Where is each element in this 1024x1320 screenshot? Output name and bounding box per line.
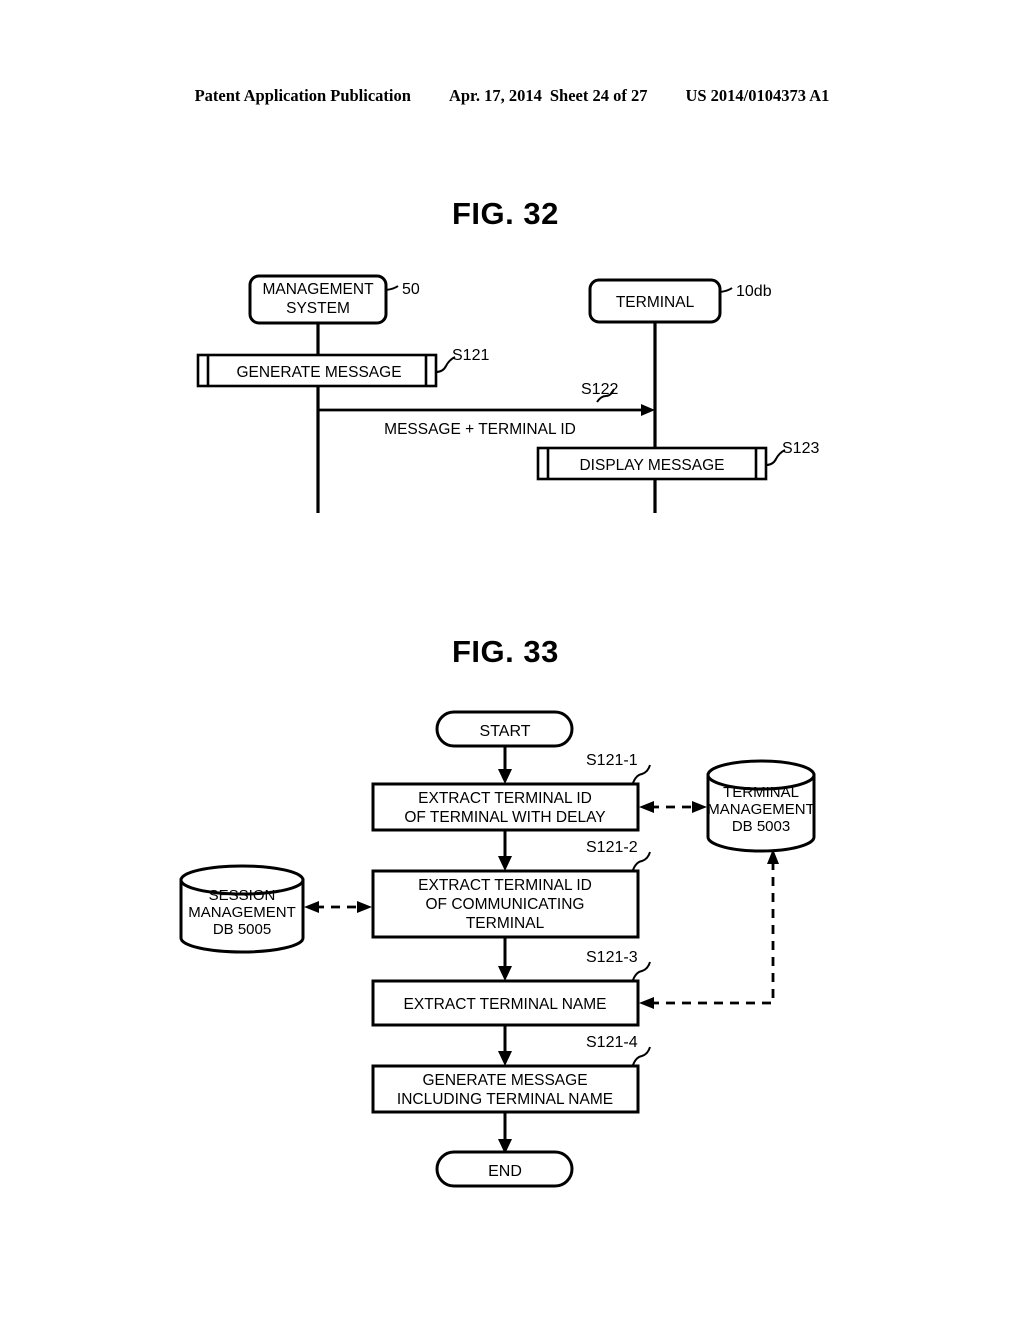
management-system-box: [248, 274, 388, 325]
display-message-step-leader: [765, 449, 786, 466]
message-step-leader: [596, 388, 615, 403]
activation-display-message: DISPLAY MESSAGE S123: [536, 440, 819, 481]
extract-terminal-name-step-leader: [632, 961, 651, 981]
message-arrow-head: [641, 404, 655, 416]
message-message-terminal-id: MESSAGE + TERMINAL ID S122: [318, 381, 655, 438]
end-terminator-label: END: [488, 1163, 522, 1180]
generate-message-with-name-shape: [371, 1064, 640, 1114]
header-date: Apr. 17, 2014: [448, 86, 542, 105]
generate-message-step-leader: [435, 356, 456, 373]
node-extract-terminal-id-delay: EXTRACT TERMINAL ID OF TERMINAL WITH DEL…: [371, 752, 651, 832]
management-system-label-line2: SYSTEM: [286, 300, 350, 317]
generate-message-bar: [196, 353, 438, 388]
terminal-management-db-line1: TERMINAL: [723, 784, 799, 801]
generate-message-with-name-step-leader: [632, 1046, 651, 1066]
terminal-ref-leader: [719, 287, 733, 293]
end-terminator-shape: [435, 1150, 574, 1188]
extract-terminal-name-label: EXTRACT TERMINAL NAME: [404, 996, 607, 1013]
link-db-link-terminal-mgmt-s121-1: [639, 801, 707, 813]
flow-s121-4-to-end: [498, 1112, 512, 1154]
sheet-header: Patent Application Publication Apr. 17, …: [0, 86, 1024, 106]
node-extract-terminal-id-communicating: EXTRACT TERMINAL ID OF COMMUNICATING TER…: [371, 839, 651, 939]
terminal-ref-label: 10db: [736, 283, 772, 300]
extract-terminal-id-delay-step-label: S121-1: [586, 752, 638, 769]
terminal-management-db-line2: MANAGEMENT: [707, 801, 815, 818]
session-management-db-body: [179, 878, 305, 954]
flow-start-to-s121-1: [498, 746, 512, 784]
lifeline-terminal: TERMINAL 10db: [588, 278, 772, 513]
generate-message-step-label: S121: [452, 347, 489, 364]
session-management-db-line1: SESSION: [209, 887, 276, 904]
terminal-management-db-body: [706, 773, 816, 853]
activation-generate-message: GENERATE MESSAGE S121: [196, 347, 489, 388]
extract-terminal-id-communicating-step-leader: [632, 851, 651, 871]
datastore-terminal-management-db: TERMINAL MANAGEMENT DB 5003: [706, 759, 816, 853]
management-system-label-line1: MANAGEMENT: [262, 281, 374, 298]
display-message-label: DISPLAY MESSAGE: [579, 457, 724, 474]
terminal-label: TERMINAL: [616, 294, 695, 311]
db-link-terminal-mgmt-s121-1-arrowhead-right: [692, 801, 707, 813]
flow-s121-2-to-s121-3-arrowhead: [498, 966, 512, 981]
extract-terminal-name-step-label: S121-3: [586, 949, 638, 966]
patent-drawing-sheet: Patent Application Publication Apr. 17, …: [0, 0, 1024, 1320]
terminal-box: [588, 278, 722, 324]
db-link-terminal-mgmt-s121-1-arrowhead-left: [639, 801, 654, 813]
extract-terminal-id-communicating-label-line1: EXTRACT TERMINAL ID: [418, 877, 592, 894]
management-system-ref-leader: [385, 285, 399, 291]
flow-s121-1-to-s121-2: [498, 830, 512, 871]
datastore-session-management-db: SESSION MANAGEMENT DB 5005: [179, 864, 305, 954]
generate-message-with-name-label-line1: GENERATE MESSAGE: [422, 1072, 587, 1089]
db-link-session-mgmt-s121-2-arrowhead-right: [357, 901, 372, 913]
node-generate-message-with-name: GENERATE MESSAGE INCLUDING TERMINAL NAME…: [371, 1034, 651, 1114]
start-terminator-shape: [435, 710, 574, 748]
extract-terminal-id-communicating-label-line2: OF COMMUNICATING: [425, 896, 584, 913]
extract-terminal-id-communicating-label-line3: TERMINAL: [466, 915, 545, 932]
generate-message-with-name-step-label: S121-4: [586, 1034, 638, 1051]
message-label: MESSAGE + TERMINAL ID: [384, 421, 576, 438]
start-terminator-label: START: [480, 723, 531, 740]
display-message-step-label: S123: [782, 440, 819, 457]
session-management-db-line3: DB 5005: [213, 921, 271, 938]
header-publication: Patent Application Publication: [194, 86, 411, 105]
terminal-management-db-line3: DB 5003: [732, 818, 790, 835]
db-link-terminal-mgmt-s121-3-arrowhead-process: [639, 997, 654, 1009]
session-management-db-line2: MANAGEMENT: [188, 904, 296, 921]
flow-s121-1-to-s121-2-arrowhead: [498, 856, 512, 871]
db-link-terminal-mgmt-s121-3-arrowhead-db: [767, 849, 779, 864]
extract-terminal-id-communicating-shape: [371, 869, 640, 939]
extract-terminal-id-delay-label-line1: EXTRACT TERMINAL ID: [418, 790, 592, 807]
flow-s121-4-to-end-arrowhead: [498, 1139, 512, 1154]
extract-terminal-id-delay-shape: [371, 782, 640, 832]
session-management-db-top: [179, 864, 305, 896]
link-db-link-terminal-mgmt-s121-3: [639, 849, 779, 1009]
node-extract-terminal-name: EXTRACT TERMINAL NAME S121-3: [371, 949, 651, 1027]
db-link-terminal-mgmt-s121-3-path: [650, 860, 775, 1005]
generate-message-with-name-label-line2: INCLUDING TERMINAL NAME: [397, 1091, 613, 1108]
extract-terminal-name-shape: [371, 979, 640, 1027]
figure-32-title: FIG. 32: [452, 196, 559, 231]
terminal-management-db-top: [706, 759, 816, 791]
node-end-terminator: END: [435, 1150, 574, 1188]
figure-33-title: FIG. 33: [452, 634, 559, 669]
generate-message-label: GENERATE MESSAGE: [236, 364, 401, 381]
extract-terminal-id-delay-step-leader: [632, 764, 651, 784]
link-db-link-session-mgmt-s121-2: [304, 901, 372, 913]
node-start-terminator: START: [435, 710, 574, 748]
flow-s121-3-to-s121-4-arrowhead: [498, 1051, 512, 1066]
extract-terminal-id-delay-label-line2: OF TERMINAL WITH DELAY: [404, 809, 605, 826]
lifeline-management-system: MANAGEMENT SYSTEM 50: [248, 274, 420, 513]
flow-s121-2-to-s121-3: [498, 937, 512, 981]
db-link-session-mgmt-s121-2-arrowhead-left: [304, 901, 319, 913]
management-system-ref-label: 50: [402, 281, 420, 298]
extract-terminal-id-communicating-step-label: S121-2: [586, 839, 638, 856]
flow-s121-3-to-s121-4: [498, 1025, 512, 1066]
header-patent-number: US 2014/0104373 A1: [685, 86, 830, 105]
message-step-label: S122: [581, 381, 618, 398]
flow-start-to-s121-1-arrowhead: [498, 769, 512, 784]
display-message-bar: [536, 446, 768, 481]
header-sheet-number: Sheet 24 of 27: [549, 86, 648, 105]
